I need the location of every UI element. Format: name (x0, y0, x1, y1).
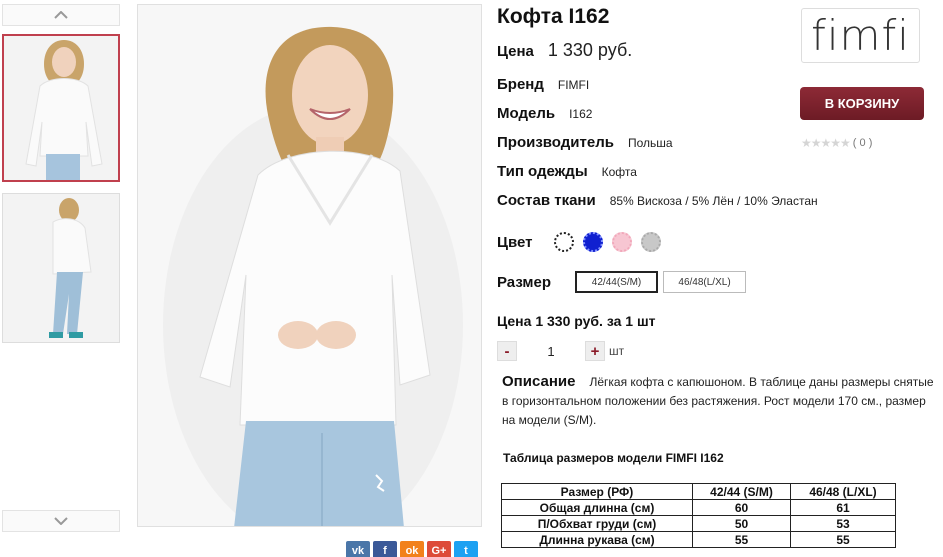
size-table: Размер (РФ) 42/44 (S/M) 46/48 (L/XL) Общ… (501, 483, 896, 548)
price-value: 1 330 руб. (547, 40, 633, 60)
table-cell: 50 (692, 515, 791, 532)
table-cell: Длинна рукава (см) (501, 531, 693, 548)
model-side-image (3, 194, 119, 342)
rating[interactable]: ★★★★★ ( 0 ) (801, 136, 872, 150)
thumbs-down-arrow[interactable] (2, 510, 120, 532)
social-share-bar: vk f ok G+ t (346, 541, 478, 557)
rating-stars-icon[interactable]: ★★★★★ (801, 136, 851, 150)
table-cell: 55 (790, 531, 896, 548)
model-photo (138, 5, 481, 526)
vk-icon[interactable]: vk (346, 541, 370, 557)
thumbs-up-arrow[interactable] (2, 4, 120, 26)
size-row: Размер 42/44(S/M) 46/48(L/XL) (497, 271, 747, 293)
fabric-label: Состав ткани (497, 192, 596, 209)
color-swatch-white[interactable] (554, 232, 575, 252)
rating-count: ( 0 ) (852, 137, 873, 149)
main-product-image[interactable] (137, 4, 482, 527)
table-header-row: Размер (РФ) 42/44 (S/M) 46/48 (L/XL) (501, 483, 896, 500)
chevron-up-icon (54, 11, 68, 19)
table-cell: 61 (790, 499, 896, 516)
table-row: Длинна рукава (см) 55 55 (501, 531, 896, 548)
color-swatch-pink[interactable] (612, 232, 633, 252)
thumbnail-1[interactable] (2, 34, 120, 182)
table-cell: Общая длинна (см) (501, 499, 693, 516)
brand-label: Бренд (497, 76, 544, 93)
table-row: Общая длинна (см) 60 61 (501, 499, 896, 516)
quantity-value[interactable]: 1 (517, 344, 585, 359)
unit-price: Цена 1 330 руб. за 1 шт (497, 313, 656, 329)
clothing-type-value: Кофта (601, 165, 637, 179)
table-row: П/Обхват груди (см) 50 53 (501, 515, 896, 532)
manufacturer-label: Производитель (497, 134, 614, 151)
fabric-row: Состав ткани 85% Вискоза / 5% Лён / 10% … (497, 192, 818, 209)
color-row: Цвет (497, 232, 670, 252)
twitter-icon[interactable]: t (454, 541, 478, 557)
facebook-icon[interactable]: f (373, 541, 397, 557)
fabric-value: 85% Вискоза / 5% Лён / 10% Эластан (609, 194, 818, 208)
model-value: I162 (569, 107, 593, 121)
chevron-down-icon (54, 517, 68, 525)
size-option-s-m[interactable]: 42/44(S/M) (575, 271, 659, 293)
brand-value: FIMFI (557, 78, 590, 92)
clothing-type-label: Тип одежды (497, 163, 588, 180)
manufacturer-value: Польша (627, 136, 673, 150)
color-label: Цвет (497, 233, 533, 251)
quantity-minus-button[interactable]: - (497, 341, 517, 361)
product-title: Кофта I162 (497, 5, 610, 28)
manufacturer-row: Производитель Польша (497, 134, 673, 151)
price-row: Цена 1 330 руб. (497, 40, 632, 61)
brand-logo[interactable]: fimfi (801, 8, 920, 63)
quantity-unit: шт (609, 344, 625, 358)
brand-row: Бренд FIMFI (497, 76, 589, 93)
thumbnail-2[interactable] (2, 193, 120, 343)
table-cell: 53 (790, 515, 896, 532)
add-to-cart-button[interactable]: В КОРЗИНУ (800, 87, 924, 120)
table-header: 42/44 (S/M) (692, 483, 791, 500)
quantity-plus-button[interactable]: + (585, 341, 605, 361)
table-header: Размер (РФ) (501, 483, 693, 500)
googleplus-icon[interactable]: G+ (427, 541, 451, 557)
description-label: Описание (502, 373, 576, 390)
size-option-l-xl[interactable]: 46/48(L/XL) (663, 271, 747, 293)
model-row: Модель I162 (497, 105, 592, 122)
description: Описание Лёгкая кофта с капюшоном. В табл… (502, 372, 942, 430)
table-header: 46/48 (L/XL) (790, 483, 896, 500)
color-swatch-blue[interactable] (583, 232, 604, 252)
table-cell: 55 (692, 531, 791, 548)
size-label: Размер (497, 273, 552, 291)
model-front-image (4, 36, 118, 180)
clothing-type-row: Тип одежды Кофта (497, 163, 637, 180)
table-cell: 60 (692, 499, 791, 516)
quantity-stepper: - 1 + шт (497, 341, 624, 361)
price-label: Цена (497, 43, 534, 60)
size-table-title: Таблица размеров модели FIMFI I162 (503, 451, 724, 465)
color-swatch-grey[interactable] (641, 232, 662, 252)
model-label: Модель (497, 105, 556, 122)
odnoklassniki-icon[interactable]: ok (400, 541, 424, 557)
table-cell: П/Обхват груди (см) (501, 515, 693, 532)
